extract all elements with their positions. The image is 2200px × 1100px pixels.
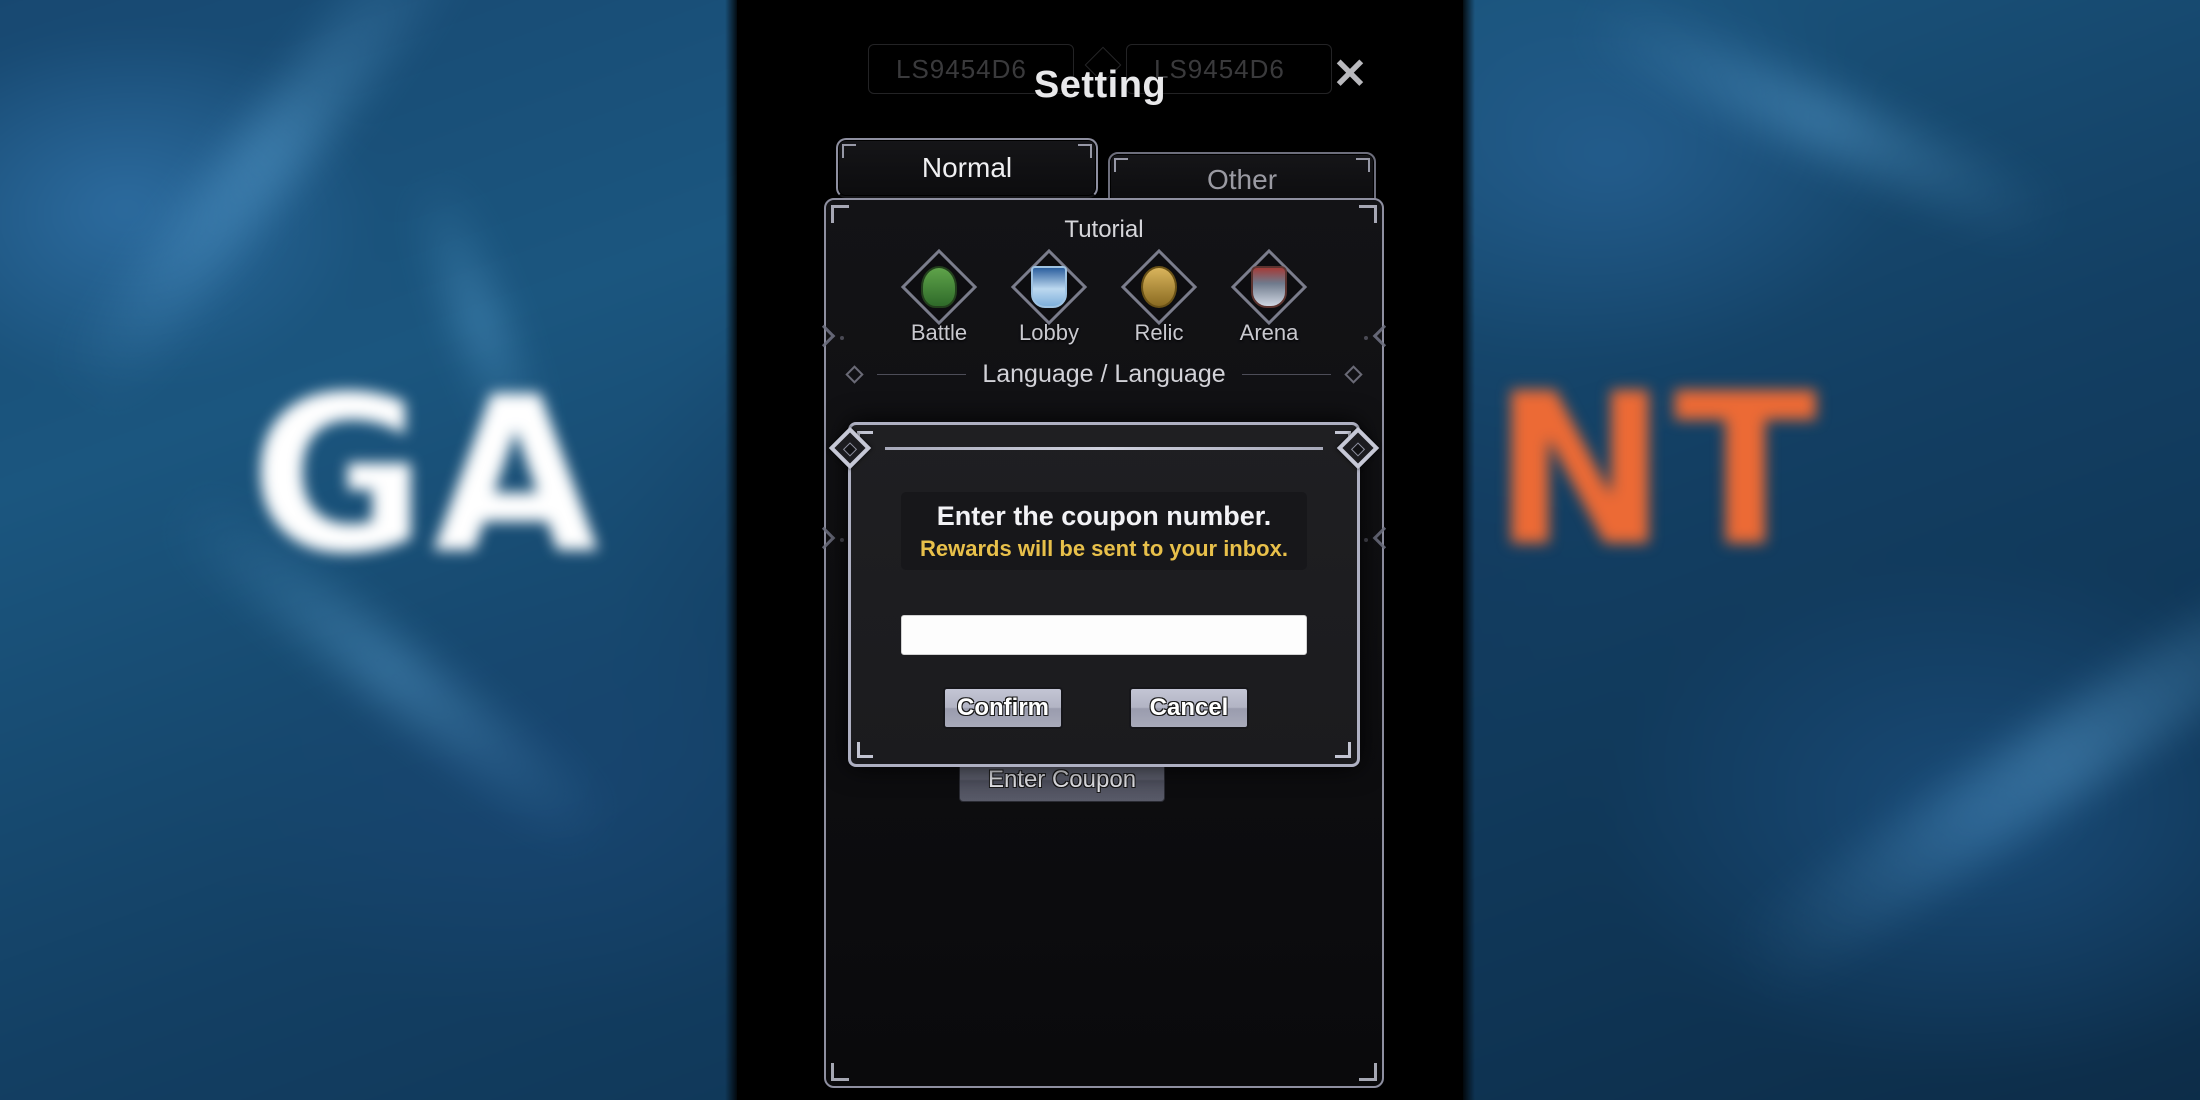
tab-corner-ornament [1114, 158, 1128, 172]
background-title-right: NT [1492, 348, 1823, 593]
arena-icon [1230, 248, 1308, 326]
tab-normal-label: Normal [921, 152, 1013, 183]
close-icon[interactable]: ✕ [1324, 48, 1376, 100]
page-title: Setting [1033, 64, 1167, 106]
modal-corner-ornament [1335, 742, 1351, 758]
tab-other-label: Other [1206, 164, 1278, 195]
coupon-input[interactable] [901, 615, 1307, 655]
modal-title: Enter the coupon number. [936, 500, 1272, 531]
panel-dot [1364, 538, 1368, 542]
modal-subtitle: Rewards will be sent to your inbox. [920, 535, 1288, 561]
tutorial-item-arena[interactable]: Arena [1225, 248, 1313, 346]
dim-overlay-fade-right [1461, 0, 1475, 1100]
tab-corner-ornament [1078, 144, 1092, 158]
tutorial-item-battle[interactable]: Battle [895, 248, 983, 346]
confirm-label: Confirm [957, 694, 1049, 721]
modal-top-rule [885, 447, 1323, 450]
dim-overlay-fade-left [725, 0, 739, 1100]
divider-line [1241, 374, 1331, 375]
confirm-button[interactable]: Confirm [943, 687, 1063, 729]
modal-message-box: Enter the coupon number. Rewards will be… [901, 492, 1307, 570]
tab-normal[interactable]: Normal [836, 138, 1098, 198]
divider-gem-icon [845, 365, 864, 384]
coupon-modal: Enter the coupon number. Rewards will be… [828, 422, 1380, 767]
enter-coupon-label: Enter Coupon [987, 766, 1137, 793]
background-title-left: GA [250, 350, 605, 601]
panel-corner-ornament [1359, 1063, 1377, 1081]
tab-corner-ornament [1356, 158, 1370, 172]
divider-gem-icon [1344, 365, 1363, 384]
tab-corner-ornament [842, 144, 856, 158]
language-section-label: Language / Language [982, 360, 1226, 388]
lobby-icon [1010, 248, 1088, 326]
tutorial-item-relic[interactable]: Relic [1115, 248, 1203, 346]
panel-dot [840, 538, 844, 542]
modal-corner-ornament [857, 742, 873, 758]
panel-corner-ornament [831, 1063, 849, 1081]
tutorial-item-lobby[interactable]: Lobby [1005, 248, 1093, 346]
tutorial-heading: Tutorial [1064, 216, 1144, 243]
screen: GA NT LS9454D6 LS9454D6 Setting ✕ Normal… [0, 0, 2200, 1100]
cancel-label: Cancel [1149, 694, 1229, 721]
divider-line [877, 374, 967, 375]
language-section-divider: Language / Language [845, 360, 1363, 389]
relic-icon [1120, 248, 1198, 326]
battle-icon [900, 248, 978, 326]
cancel-button[interactable]: Cancel [1129, 687, 1249, 729]
tutorial-icon-row: Battle Lobby Relic Arena [826, 248, 1382, 346]
